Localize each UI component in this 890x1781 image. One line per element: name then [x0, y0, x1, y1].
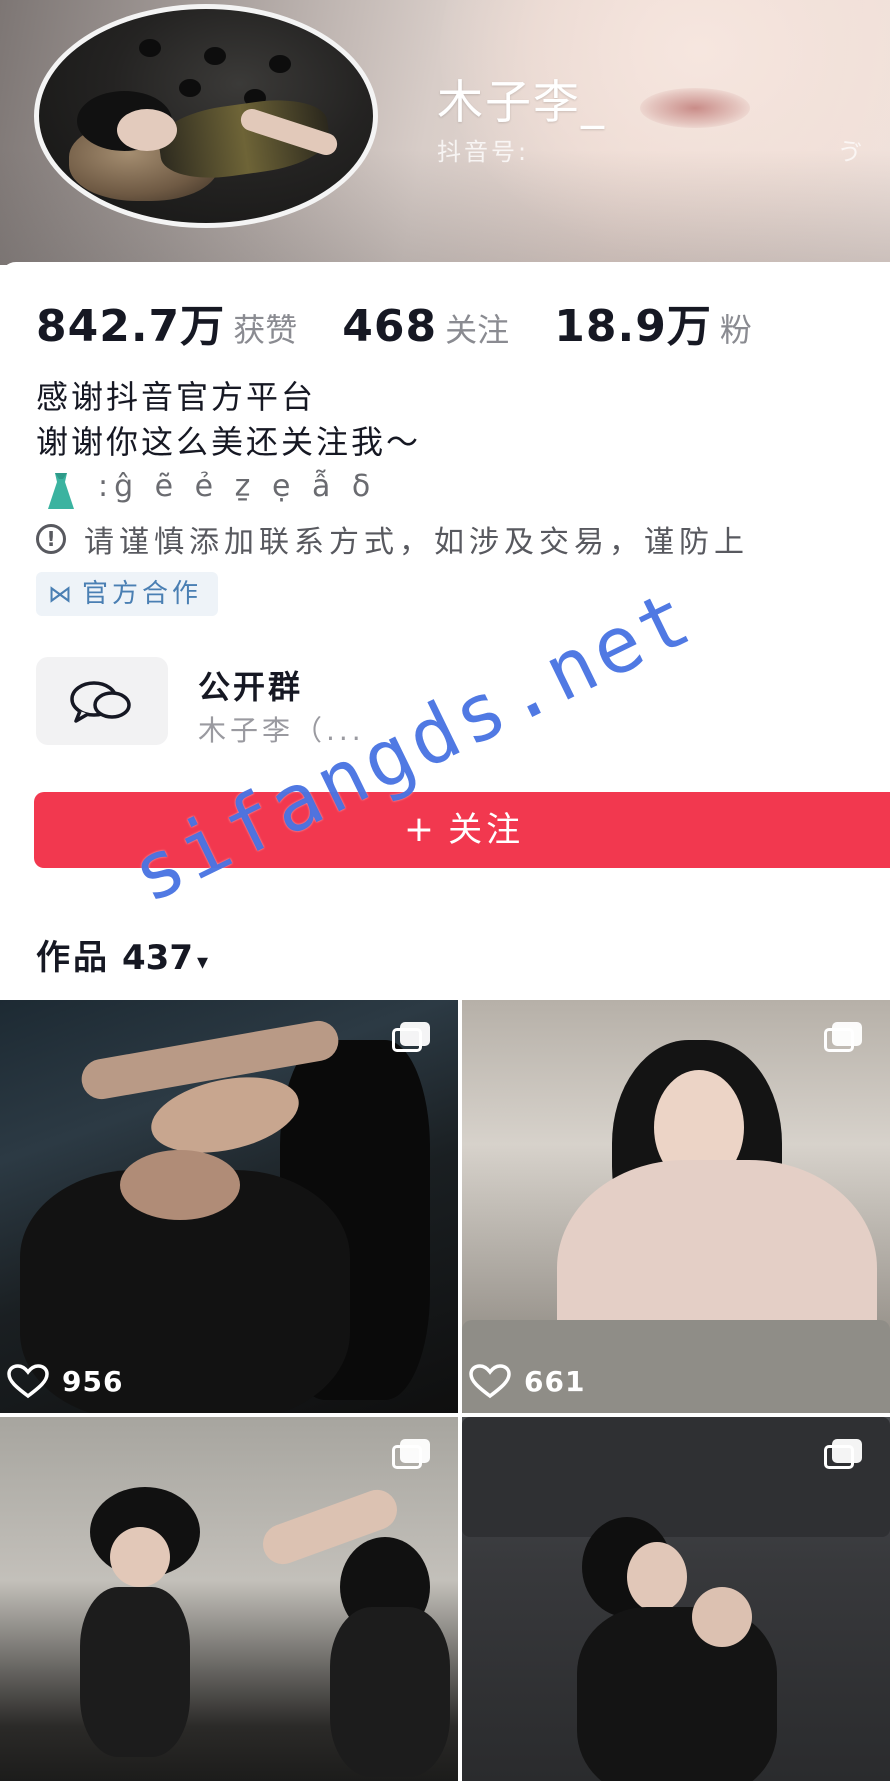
post-sofa-back [462, 1417, 890, 1537]
follow-button-label: 关注 [448, 810, 525, 850]
stat-followers[interactable]: 18.9万粉 [554, 290, 752, 354]
profile-card: 842.7万 获赞 468 关注 18.9万粉 感谢抖音官方平台 谢谢你这么美还关注… [0, 262, 890, 1000]
sofa-tuft [179, 79, 201, 97]
profile-name: 木子李_ [437, 75, 606, 129]
sofa-tuft [139, 39, 161, 57]
avatar[interactable] [34, 4, 378, 228]
multi-image-icon [392, 1022, 432, 1054]
stat-likes[interactable]: 842.7万 获赞 [36, 290, 297, 354]
official-cooperation-tag[interactable]: ⋈ 官方合作 [36, 572, 219, 616]
dress-icon [48, 473, 74, 509]
multi-image-icon [824, 1022, 864, 1054]
works-count: 437 [122, 938, 193, 978]
works-label: 作品 [36, 938, 110, 978]
handshake-icon: ⋈ [48, 580, 72, 608]
chat-bubbles-icon [70, 681, 131, 723]
group-title[interactable]: 公开群 [198, 662, 303, 708]
stat-followers-label: 粉 [719, 311, 752, 349]
douyin-id-tail: ゔ [838, 138, 862, 166]
header-background-lips [640, 88, 750, 128]
stats-row: 842.7万 获赞 468 关注 18.9万粉 [36, 290, 792, 352]
post-hand [692, 1587, 752, 1647]
sofa-tuft [204, 47, 226, 65]
warning-text: 请谨慎添加联系方式，如涉及交易，谨防上 [84, 525, 749, 560]
plus-icon: + [403, 809, 439, 850]
profile-header: 木子李_ 抖音号: ゔ [0, 0, 890, 265]
official-cooperation-label: 官方合作 [82, 579, 203, 609]
bio-line-2: 谢谢你这么美还关注我～ [36, 423, 422, 461]
multi-image-icon [824, 1439, 864, 1471]
post-grid: 956 661 [0, 1000, 890, 1781]
caret-down-icon: ▾ [196, 950, 209, 975]
like-count: 661 [524, 1364, 586, 1398]
bio-line-1: 感谢抖音官方平台 [36, 378, 317, 416]
stat-following[interactable]: 468 关注 [342, 301, 509, 352]
group-chat-icon-box[interactable] [36, 657, 168, 745]
stat-following-label: 关注 [445, 311, 510, 349]
post-tile[interactable] [0, 1417, 458, 1781]
post-body-2 [330, 1607, 450, 1777]
heart-icon [469, 1364, 511, 1399]
bio-line-3: :ĝ ẽ ẻ ẕ ẹ ẫ ẟ [98, 469, 377, 504]
multi-image-icon [392, 1439, 432, 1471]
post-tile[interactable] [462, 1417, 890, 1781]
stat-following-value: 468 [342, 301, 438, 352]
post-face [627, 1542, 687, 1612]
post-likes: 956 [6, 1363, 123, 1399]
douyin-id-label[interactable]: 抖音号: [437, 132, 529, 167]
sofa-tuft [269, 55, 291, 73]
post-body [80, 1587, 190, 1757]
post-tile[interactable]: 956 [0, 1000, 458, 1413]
stat-followers-value: 18.9万 [554, 301, 712, 352]
like-count: 956 [62, 1364, 124, 1398]
stat-likes-label: 获赞 [233, 311, 298, 349]
stat-likes-value: 842.7万 [36, 301, 226, 352]
post-face [110, 1527, 170, 1587]
works-tab[interactable]: 作品 437 ▾ [36, 930, 208, 979]
post-neck [120, 1150, 240, 1220]
heart-icon [7, 1364, 49, 1399]
post-tile[interactable]: 661 [462, 1000, 890, 1413]
contact-warning: ! 请谨慎添加联系方式，如涉及交易，谨防上 [36, 517, 749, 561]
avatar-person-face [117, 109, 177, 151]
post-likes: 661 [468, 1363, 585, 1399]
exclamation-circle-icon: ! [36, 524, 66, 554]
